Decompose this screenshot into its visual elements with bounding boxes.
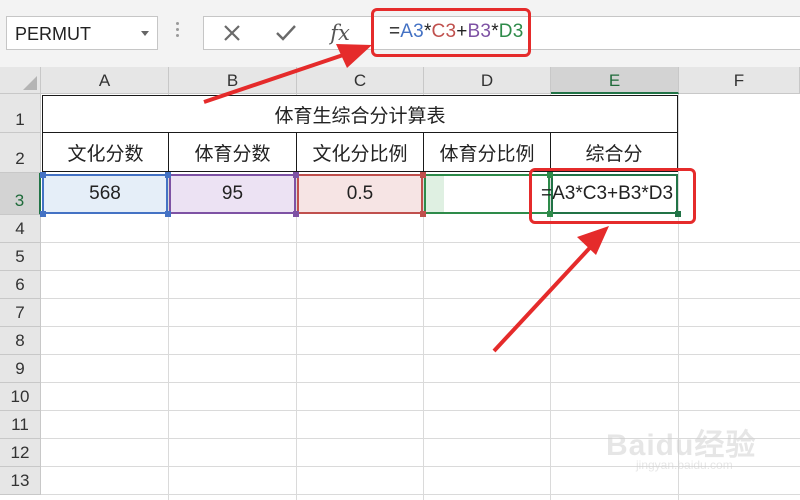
ref-handle[interactable] xyxy=(420,211,426,217)
row-header-13[interactable]: 13 xyxy=(0,467,41,495)
gridline xyxy=(41,382,800,383)
row-header-1[interactable]: 1 xyxy=(0,94,41,133)
ref-handle[interactable] xyxy=(165,172,171,178)
column-header-f[interactable]: F xyxy=(679,67,800,94)
baidu-watermark: Baidu经验 jingyan.baidu.com xyxy=(606,420,786,480)
cell-c3-value: 0.5 xyxy=(346,183,374,204)
header-cell-e2[interactable]: 综合分 xyxy=(551,133,678,172)
header-cell-b2[interactable]: 体育分数 xyxy=(169,133,297,172)
column-header-a[interactable]: A xyxy=(41,67,169,94)
gridline xyxy=(41,354,800,355)
cell-a3[interactable]: 568 xyxy=(42,174,168,214)
drag-handle-icon[interactable] xyxy=(176,22,180,44)
header-cell-a2[interactable]: 文化分数 xyxy=(42,133,169,172)
gridline xyxy=(41,298,800,299)
arrow-to-cell xyxy=(492,226,609,353)
select-all-corner[interactable] xyxy=(0,67,41,94)
close-icon[interactable] xyxy=(216,17,248,49)
cell-d3-shade xyxy=(426,176,444,212)
gridline xyxy=(41,270,800,271)
chevron-down-icon[interactable] xyxy=(141,31,149,36)
cell-c3[interactable]: 0.5 xyxy=(297,174,423,214)
ref-handle[interactable] xyxy=(420,172,426,178)
cell-b3-value: 95 xyxy=(221,183,244,204)
row-header-8[interactable]: 8 xyxy=(0,327,41,355)
check-icon[interactable] xyxy=(270,17,302,49)
column-header-b[interactable]: B xyxy=(169,67,297,94)
column-header-e[interactable]: E xyxy=(551,67,679,94)
function-icon[interactable]: fx xyxy=(324,17,356,49)
row-header-10[interactable]: 10 xyxy=(0,383,41,411)
ref-handle[interactable] xyxy=(40,172,46,178)
ref-handle[interactable] xyxy=(293,211,299,217)
watermark-url: jingyan.baidu.com xyxy=(636,458,733,472)
column-header-d[interactable]: D xyxy=(424,67,551,94)
gridline xyxy=(41,410,800,411)
cell-a3-value: 568 xyxy=(89,183,121,204)
table-title-cell[interactable]: 体育生综合分计算表 xyxy=(42,95,678,133)
ref-handle[interactable] xyxy=(40,211,46,217)
row-header-2[interactable]: 2 xyxy=(0,133,41,173)
annotation-box-cell xyxy=(529,168,696,224)
ref-handle[interactable] xyxy=(165,211,171,217)
gridline xyxy=(41,494,800,495)
cell-b3[interactable]: 95 xyxy=(169,174,296,214)
name-box[interactable]: PERMUT xyxy=(6,16,158,50)
column-header-c[interactable]: C xyxy=(297,67,424,94)
row-header-12[interactable]: 12 xyxy=(0,439,41,467)
ref-handle[interactable] xyxy=(293,172,299,178)
row-header-5[interactable]: 5 xyxy=(0,243,41,271)
gridline xyxy=(41,242,800,243)
row-header-11[interactable]: 11 xyxy=(0,411,41,439)
header-cell-c2[interactable]: 文化分比例 xyxy=(297,133,424,172)
row-header-4[interactable]: 4 xyxy=(0,215,41,243)
row-header-9[interactable]: 9 xyxy=(0,355,41,383)
row-header-7[interactable]: 7 xyxy=(0,299,41,327)
name-box-value: PERMUT xyxy=(15,24,91,44)
row-header-6[interactable]: 6 xyxy=(0,271,41,299)
annotation-box-formula-bar xyxy=(371,8,531,57)
function-label: fx xyxy=(330,21,350,45)
header-cell-d2[interactable]: 体育分比例 xyxy=(424,133,551,172)
gridline xyxy=(41,326,800,327)
row-header-3[interactable]: 3 xyxy=(0,173,41,215)
